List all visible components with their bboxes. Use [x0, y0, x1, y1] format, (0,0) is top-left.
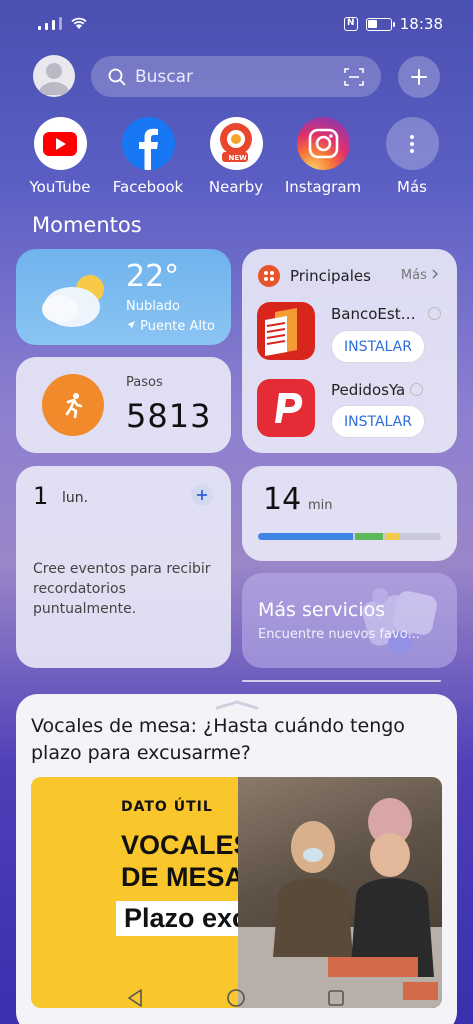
news-photo [238, 777, 442, 1008]
app-label: Nearby [208, 178, 264, 196]
app-row: YouTube Facebook NEW Nearby Instagram Má… [0, 117, 473, 202]
new-badge: NEW [228, 154, 247, 162]
install-button[interactable]: INSTALAR [331, 405, 425, 438]
app-label: Facebook [112, 178, 184, 196]
add-event-button[interactable] [191, 484, 213, 506]
calendar-day: 1 [33, 482, 49, 510]
add-button[interactable] [398, 56, 440, 98]
weather-location: Puente Alto [126, 319, 215, 334]
principales-more-link[interactable]: Más [401, 268, 439, 283]
recent-apps-icon[interactable] [326, 988, 346, 1008]
steps-card[interactable]: Pasos 5813 [16, 357, 231, 453]
search-placeholder: Buscar [135, 66, 194, 87]
facebook-icon [121, 117, 175, 170]
youtube-icon [33, 117, 87, 170]
weather-temperature: 22° [126, 259, 180, 294]
signal-bar [52, 20, 55, 30]
news-image: DATO ÚTIL VOCALES DE MESA Plazo excusas [31, 777, 442, 1008]
app-nearby[interactable]: NEW Nearby [188, 117, 284, 196]
steps-value: 5813 [126, 397, 212, 435]
apps-grid-icon [258, 265, 280, 287]
app-name: BancoEst… [331, 305, 416, 323]
headline-line: VOCALES [121, 830, 252, 860]
screen-time-segment [384, 533, 400, 540]
divider [242, 680, 441, 682]
search-icon [108, 68, 126, 85]
app-label: Instagram [284, 178, 362, 196]
pedidosya-icon[interactable] [257, 379, 315, 437]
drag-handle-icon[interactable] [215, 700, 259, 710]
more-services-title: Más servicios [258, 599, 386, 621]
location-arrow-icon [127, 321, 135, 329]
nearby-icon: NEW [209, 117, 263, 170]
signal-bar [38, 26, 41, 30]
news-card[interactable]: Vocales de mesa: ¿Hasta cuándo tengo pla… [16, 694, 457, 1024]
principales-title: Principales [290, 267, 371, 285]
status-right: N 18:38 [343, 15, 443, 33]
app-facebook[interactable]: Facebook [100, 117, 196, 196]
signal-bar [59, 17, 62, 30]
scan-icon[interactable] [343, 66, 365, 88]
battery-icon [365, 17, 395, 31]
app-more[interactable]: Más [364, 117, 460, 196]
avatar[interactable] [33, 55, 75, 97]
screen-time-card[interactable]: 14 min [242, 466, 457, 561]
calendar-card[interactable]: 1 lun. Cree eventos para recibir recorda… [16, 466, 231, 668]
screen-time-segment [355, 533, 383, 540]
plus-icon [411, 69, 427, 85]
news-image-headline: VOCALES DE MESA [121, 829, 252, 893]
status-time: 18:38 [399, 15, 443, 33]
battery-level [367, 19, 377, 28]
calendar-weekday: lun. [62, 490, 89, 506]
more-services-card[interactable]: Más servicios Encuentre nuevos favo... [242, 573, 457, 668]
news-image-tag: DATO ÚTIL [121, 799, 213, 815]
principales-card: Principales Más BancoEst… INSTALAR Pedid… [242, 249, 457, 453]
screen-time-segment [258, 533, 354, 540]
section-title: Momentos [32, 213, 142, 237]
plus-icon [197, 490, 207, 500]
more-label: Más [400, 268, 427, 283]
screen-time-bar [258, 533, 441, 540]
screen-time-unit: min [308, 498, 333, 513]
calendar-message: Cree eventos para recibir recordatorios … [33, 561, 211, 617]
news-title: Vocales de mesa: ¿Hasta cuándo tengo pla… [31, 715, 405, 764]
more-vertical-icon [385, 117, 439, 170]
weather-location-text: Puente Alto [140, 319, 216, 334]
back-icon[interactable] [126, 988, 146, 1008]
signal-bar [45, 23, 48, 30]
home-icon[interactable] [226, 988, 246, 1008]
bancoestado-icon[interactable] [257, 302, 315, 360]
user-icon [38, 63, 70, 95]
app-youtube[interactable]: YouTube [12, 117, 108, 196]
weather-card[interactable]: 22° Nublado Puente Alto [16, 249, 231, 345]
app-label: Más [397, 178, 427, 196]
download-icon [428, 307, 441, 320]
screen-time-value: 14 [263, 482, 302, 517]
weather-condition: Nublado [126, 299, 180, 314]
wifi-icon [71, 17, 87, 29]
instagram-icon [296, 117, 350, 170]
app-instagram[interactable]: Instagram [275, 117, 371, 196]
headline-line: DE MESA [121, 862, 245, 892]
more-services-subtitle: Encuentre nuevos favo... [258, 627, 420, 642]
cloudy-icon [42, 275, 104, 327]
search-bar[interactable]: Buscar [91, 56, 381, 97]
download-icon [410, 383, 423, 396]
app-label: YouTube [29, 178, 91, 196]
nfc-icon: N [343, 17, 358, 31]
navigation-bar [0, 980, 473, 1020]
chevron-right-icon [432, 269, 439, 279]
install-button[interactable]: INSTALAR [331, 330, 425, 363]
running-icon [42, 374, 104, 436]
signal-indicators [38, 16, 88, 30]
status-bar: N 18:38 [0, 0, 473, 52]
steps-label: Pasos [126, 375, 163, 390]
